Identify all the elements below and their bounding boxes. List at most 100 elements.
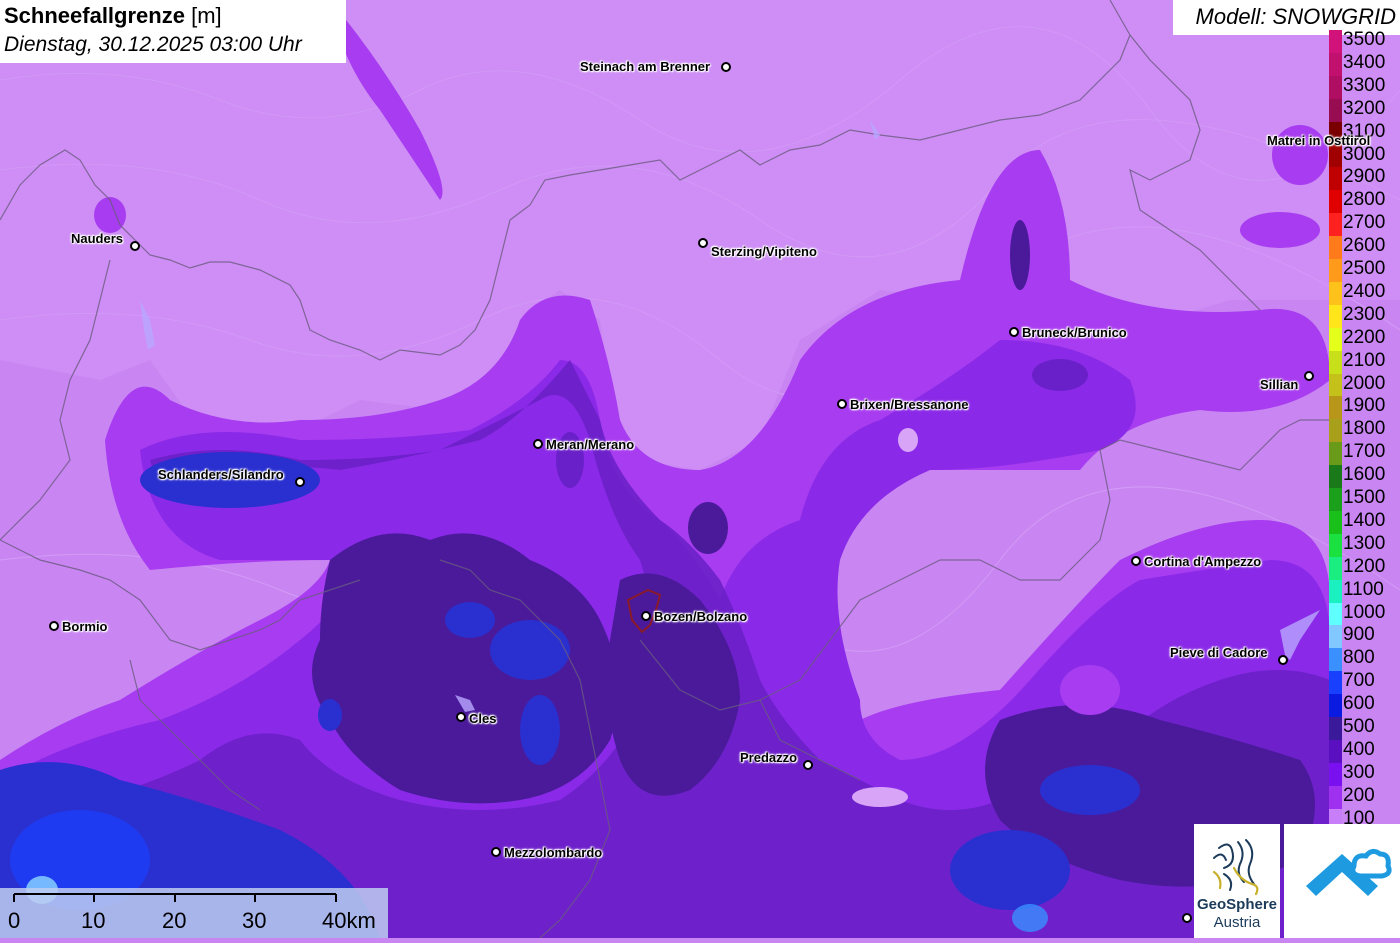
legend-label: 300 — [1343, 761, 1375, 783]
city-marker — [803, 760, 813, 770]
city-marker — [1131, 556, 1141, 566]
legend-swatch — [1329, 52, 1342, 77]
city-marker — [837, 399, 847, 409]
legend-swatch — [1329, 671, 1342, 695]
legend-swatch — [1329, 281, 1342, 306]
logo-line-1: GeoSphere — [1196, 896, 1278, 913]
legend-swatch — [1329, 510, 1342, 535]
city-marker — [295, 477, 305, 487]
legend-label: 1500 — [1343, 487, 1386, 508]
legend-label: 3200 — [1343, 97, 1386, 119]
legend-label: 500 — [1343, 716, 1375, 737]
legend-swatch — [1329, 190, 1342, 214]
legend-label: 700 — [1343, 670, 1375, 692]
legend-label: 1300 — [1343, 532, 1386, 554]
legend-label: 2900 — [1343, 166, 1386, 188]
legend-label: 3300 — [1343, 74, 1386, 96]
legend-label: 200 — [1343, 784, 1375, 806]
city-marker — [721, 62, 731, 72]
legend-swatch — [1329, 785, 1342, 810]
city-label: Meran/Merano — [546, 437, 635, 452]
legend-label: 900 — [1343, 624, 1375, 646]
variable-unit: [m] — [191, 3, 222, 28]
city-label: Sterzing/Vipiteno — [711, 244, 817, 259]
legend-swatch — [1329, 579, 1342, 603]
legend-label: 1600 — [1343, 464, 1386, 486]
legend-label: 1100 — [1343, 578, 1384, 600]
legend-label: 2400 — [1343, 280, 1386, 302]
legend-swatch — [1329, 533, 1342, 558]
legend-label: 3400 — [1343, 51, 1386, 73]
city-label: Cles — [469, 711, 497, 726]
legend-swatch — [1329, 717, 1342, 741]
city-marker — [641, 611, 651, 621]
legend-swatch — [1329, 488, 1342, 512]
map-title-box: Schneefallgrenze [m] Dienstag, 30.12.202… — [0, 0, 346, 63]
scale-label-30: 30 — [242, 908, 267, 933]
city-marker — [533, 439, 543, 449]
geosphere-emblem-icon — [1212, 839, 1259, 896]
legend-swatch — [1329, 30, 1342, 54]
city-marker — [1009, 327, 1019, 337]
city-label: Mezzolombardo — [504, 845, 603, 860]
legend-swatch — [1329, 625, 1342, 649]
city-label: Bruneck/Brunico — [1022, 325, 1127, 340]
legend-swatch — [1329, 259, 1342, 283]
legend-label: 800 — [1343, 647, 1375, 669]
legend-swatch — [1329, 396, 1342, 420]
legend-label: 2300 — [1343, 303, 1386, 325]
legend-label: 1200 — [1343, 555, 1386, 577]
app-logo[interactable] — [1284, 824, 1400, 938]
city-label: Cortina d'Ampezzo — [1144, 554, 1262, 569]
city-label: Steinach am Brenner — [580, 59, 711, 74]
legend-swatch — [1329, 556, 1342, 581]
city-marker — [130, 241, 140, 251]
scale-label-40km: 40km — [322, 908, 376, 933]
city-label: Predazzo — [740, 750, 798, 765]
legend-label: 1900 — [1343, 395, 1386, 417]
cloud-arrow-icon — [1306, 848, 1392, 896]
map-datetime: Dienstag, 30.12.2025 03:00 Uhr — [4, 33, 302, 56]
city-label: Pieve di Cadore — [1170, 645, 1268, 660]
legend-swatch — [1329, 602, 1342, 626]
city-marker — [1182, 913, 1192, 923]
city-label: Bozen/Bolzano — [654, 609, 748, 624]
city-marker — [456, 712, 466, 722]
scale-bar-line — [13, 893, 337, 902]
logo-line-2: Austria — [1213, 914, 1261, 931]
legend-swatch — [1329, 762, 1342, 787]
city-label: Schlanders/Silandro — [158, 467, 284, 482]
city-label: Brixen/Bressanone — [850, 397, 969, 412]
legend-swatch — [1329, 167, 1342, 191]
city-label: Sillian — [1260, 377, 1299, 392]
city-marker — [698, 238, 708, 248]
city-marker — [491, 847, 501, 857]
legend-swatch — [1329, 648, 1342, 672]
legend-swatch — [1329, 442, 1342, 466]
variable-name: Schneefallgrenze — [4, 3, 185, 28]
scale-label-20: 20 — [162, 908, 187, 933]
scale-bar: 0 10 20 30 40km — [0, 888, 388, 938]
color-legend: 3500 3400 3300 3200 3100 3000 2900 2800 2700 2600… — [1329, 30, 1400, 832]
legend-label: 2100 — [1343, 349, 1386, 371]
legend-swatch — [1329, 694, 1342, 718]
legend-swatch — [1329, 75, 1342, 100]
city-marker — [49, 621, 59, 631]
legend-label: 3500 — [1343, 29, 1386, 50]
city-label: Nauders — [71, 231, 124, 246]
legend-label: 2600 — [1343, 235, 1386, 257]
scale-label-10: 10 — [81, 908, 106, 933]
legend-swatch — [1329, 465, 1342, 489]
legend-label: 2200 — [1343, 326, 1386, 348]
legend-label: 600 — [1343, 693, 1375, 715]
legend-swatch — [1329, 739, 1342, 764]
legend-swatch — [1329, 213, 1342, 237]
legend-swatch — [1329, 304, 1342, 329]
legend-swatch — [1329, 373, 1342, 397]
legend-label: 2700 — [1343, 212, 1386, 234]
geosphere-logo[interactable]: GeoSphere Austria — [1194, 824, 1280, 938]
legend-label: 1800 — [1343, 418, 1386, 440]
legend-swatch — [1329, 144, 1342, 168]
city-label: Bormio — [62, 619, 108, 634]
legend-swatch — [1329, 350, 1342, 374]
